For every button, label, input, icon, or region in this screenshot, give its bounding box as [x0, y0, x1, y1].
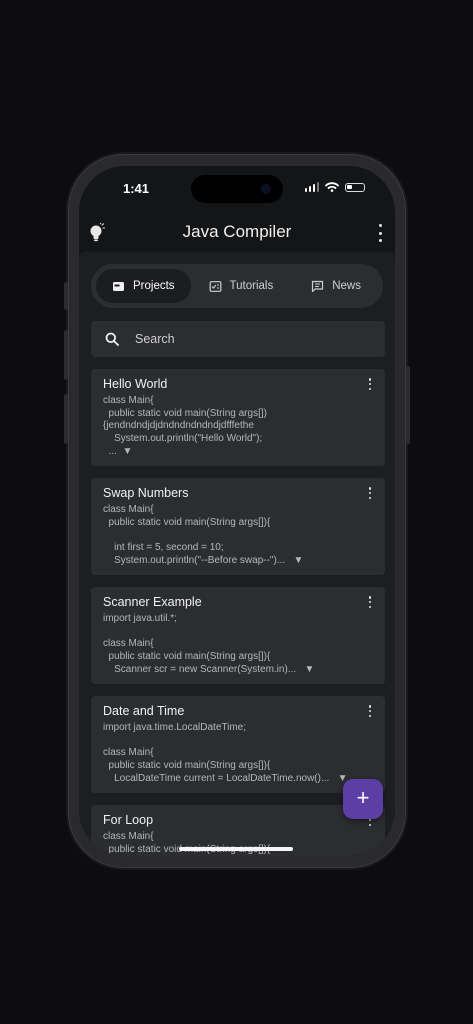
project-menu-icon[interactable]: [367, 596, 373, 608]
project-title: Swap Numbers: [103, 486, 189, 500]
project-menu-icon[interactable]: [367, 378, 373, 390]
app-title: Java Compiler: [182, 222, 292, 241]
project-title: Scanner Example: [103, 595, 202, 609]
overflow-menu-icon[interactable]: [377, 224, 383, 242]
main-panel: Projects Tutorials News Search Hello Wor…: [79, 252, 395, 856]
dynamic-island: [191, 175, 283, 203]
project-menu-icon[interactable]: [367, 705, 373, 717]
project-menu-icon[interactable]: [367, 487, 373, 499]
power-button: [406, 366, 410, 444]
cellular-signal-icon: [304, 182, 319, 192]
project-code-preview: class Main{ public static void main(Stri…: [103, 395, 267, 457]
add-project-button[interactable]: +: [343, 779, 383, 819]
tab-news[interactable]: News: [295, 269, 377, 303]
wifi-icon: [325, 182, 339, 192]
status-time: 1:41: [123, 181, 150, 196]
home-indicator[interactable]: [179, 847, 293, 851]
action-button: [64, 282, 68, 310]
volume-up-button: [64, 330, 68, 380]
tab-label: Projects: [133, 280, 175, 292]
battery-icon: [345, 182, 365, 192]
volume-down-button: [64, 394, 68, 444]
project-title: Date and Time: [103, 704, 185, 718]
project-title: For Loop: [103, 813, 154, 827]
tab-label: News: [332, 280, 361, 292]
screen: 1:41 Java Compiler Projects Tutorials Ne…: [79, 166, 395, 856]
tutorials-icon: [209, 280, 221, 292]
project-code-preview: import java.time.LocalDateTime; class Ma…: [103, 722, 348, 784]
news-icon: [312, 280, 324, 292]
tab-label: Tutorials: [229, 280, 274, 292]
project-code-preview: class Main{ public static void main(Stri…: [103, 504, 304, 566]
search-input[interactable]: [133, 331, 357, 347]
folder-icon: [113, 281, 124, 291]
tab-tutorials[interactable]: Tutorials: [193, 269, 290, 303]
project-title: Hello World: [103, 377, 168, 391]
tab-bar: Projects Tutorials News: [91, 264, 383, 308]
project-code-preview: class Main{ public static void main(Stri…: [103, 831, 270, 855]
tab-projects[interactable]: Projects: [96, 269, 191, 303]
camera-icon: [261, 184, 271, 194]
project-card[interactable]: Date and Time import java.time.LocalDate…: [91, 696, 385, 793]
project-card[interactable]: Hello World class Main{ public static vo…: [91, 369, 385, 466]
app-bar: Java Compiler: [79, 218, 395, 248]
project-card[interactable]: Swap Numbers class Main{ public static v…: [91, 478, 385, 575]
project-card[interactable]: Scanner Example import java.util.*; clas…: [91, 587, 385, 684]
project-code-preview: import java.util.*; class Main{ public s…: [103, 613, 315, 675]
search-icon: [105, 332, 119, 346]
search-bar[interactable]: [91, 321, 385, 357]
status-icons: [304, 182, 365, 192]
